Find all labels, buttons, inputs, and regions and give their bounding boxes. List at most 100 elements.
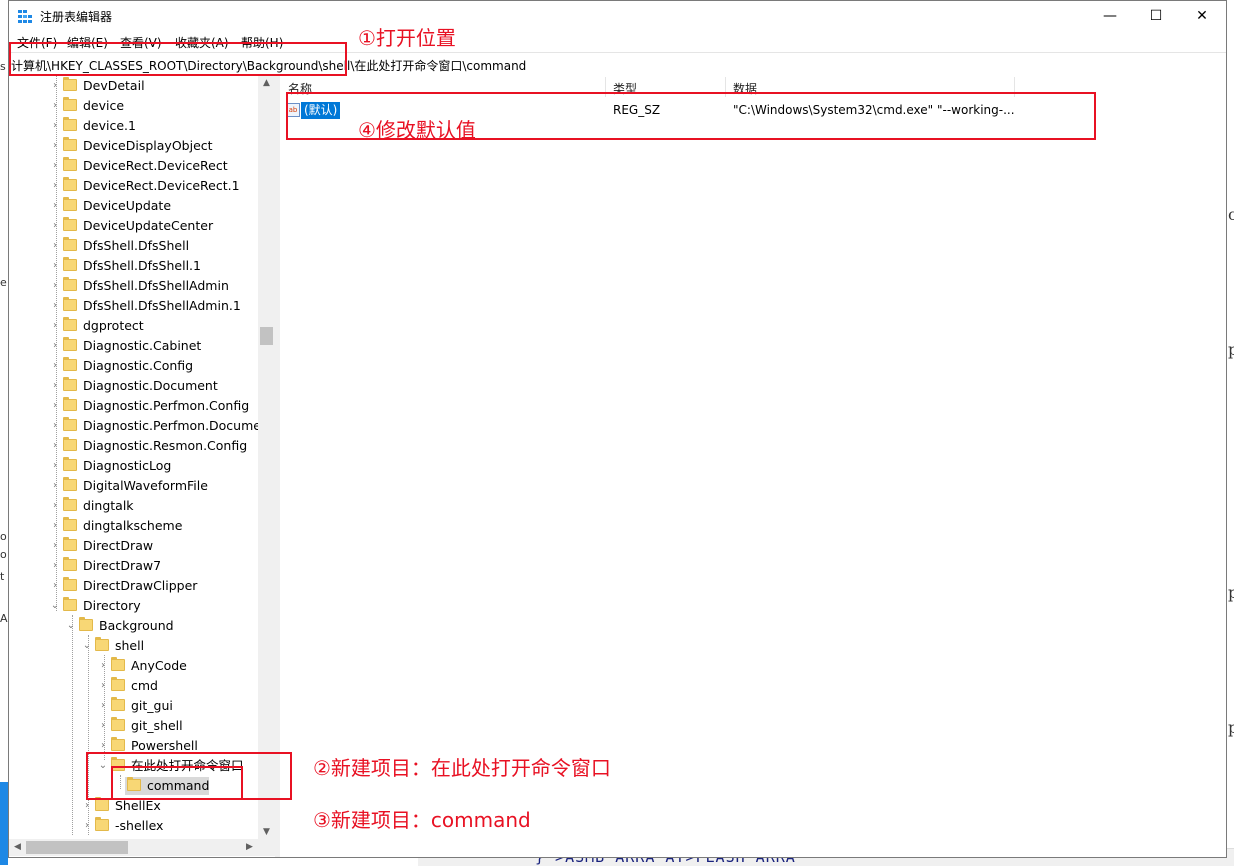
tree-item[interactable]: › DeviceDisplayObject — [9, 136, 269, 156]
tree-item[interactable]: › dingtalkscheme — [9, 516, 269, 536]
background-fragment: o — [0, 530, 7, 543]
value-list[interactable]: 名称 类型 数据 ab (默认) REG_SZ "C:\Windows\Syst… — [280, 75, 1226, 857]
expand-chevron-icon[interactable]: › — [97, 656, 109, 676]
tree-item[interactable]: ⌄ shell — [9, 636, 269, 656]
background-fragment: p — [1228, 718, 1234, 737]
expand-chevron-icon[interactable]: › — [49, 176, 61, 196]
expand-chevron-icon[interactable]: › — [49, 196, 61, 216]
expand-chevron-icon[interactable]: › — [49, 296, 61, 316]
collapse-chevron-icon[interactable]: ⌄ — [49, 596, 61, 616]
tree-item[interactable]: › git_shell — [9, 716, 269, 736]
folder-icon — [63, 217, 77, 231]
tree-item[interactable]: › Diagnostic.Document — [9, 376, 269, 396]
tree-item[interactable]: › device.1 — [9, 116, 269, 136]
tree-item[interactable]: › DfsShell.DfsShellAdmin — [9, 276, 269, 296]
tree-item[interactable]: › dingtalk — [9, 496, 269, 516]
tree-item[interactable]: › cmd — [9, 676, 269, 696]
tree-item[interactable]: › DeviceRect.DeviceRect — [9, 156, 269, 176]
folder-icon — [63, 457, 77, 471]
expand-chevron-icon[interactable]: › — [49, 156, 61, 176]
maximize-button[interactable]: ☐ — [1133, 1, 1179, 31]
tree-item-label: Diagnostic.Config — [83, 358, 194, 373]
tree-item[interactable]: › DfsShell.DfsShellAdmin.1 — [9, 296, 269, 316]
expand-chevron-icon[interactable]: › — [49, 556, 61, 576]
tree-item[interactable]: › Diagnostic.Cabinet — [9, 336, 269, 356]
tree-item-label: DeviceUpdateCenter — [83, 218, 214, 233]
expand-chevron-icon[interactable]: › — [49, 336, 61, 356]
scroll-up-icon[interactable]: ▲ — [258, 75, 275, 92]
tree-item[interactable]: › DevDetail — [9, 76, 269, 96]
tree-item[interactable]: › dgprotect — [9, 316, 269, 336]
expand-chevron-icon[interactable]: › — [49, 536, 61, 556]
collapse-chevron-icon[interactable]: ⌄ — [65, 616, 77, 636]
collapse-chevron-icon[interactable]: ⌄ — [81, 636, 93, 656]
tree-item[interactable]: › Diagnostic.Config — [9, 356, 269, 376]
expand-chevron-icon[interactable]: › — [97, 696, 109, 716]
expand-chevron-icon[interactable]: › — [97, 676, 109, 696]
tree-item[interactable]: › -shellex — [9, 816, 269, 836]
tree-item[interactable]: › DfsShell.DfsShell.1 — [9, 256, 269, 276]
tree-item[interactable]: › DirectDraw — [9, 536, 269, 556]
expand-chevron-icon[interactable]: › — [49, 436, 61, 456]
tree-item[interactable]: › DeviceUpdateCenter — [9, 216, 269, 236]
tree-item[interactable]: › Diagnostic.Perfmon.Document — [9, 416, 274, 436]
expand-chevron-icon[interactable]: › — [49, 256, 61, 276]
tree-item[interactable]: › DeviceRect.DeviceRect.1 — [9, 176, 269, 196]
scroll-thumb-horizontal[interactable] — [26, 841, 128, 854]
expand-chevron-icon[interactable]: › — [49, 496, 61, 516]
folder-icon — [95, 797, 109, 811]
close-button[interactable]: ✕ — [1179, 1, 1225, 31]
tree-item-label: dingtalkscheme — [83, 518, 183, 533]
tree-horizontal-scrollbar[interactable]: ◀ ▶ — [9, 839, 275, 856]
taskbar-edge — [0, 782, 8, 865]
tree-item[interactable]: › DigitalWaveformFile — [9, 476, 269, 496]
tree-item[interactable]: › AnyCode — [9, 656, 269, 676]
registry-app-icon — [18, 10, 32, 23]
tree-vertical-scrollbar[interactable]: ▲ ▼ — [258, 75, 275, 841]
tree-item-label: AnyCode — [131, 658, 187, 673]
tree-item[interactable]: › DeviceUpdate — [9, 196, 269, 216]
tree-item[interactable]: › DirectDrawClipper — [9, 576, 269, 596]
annotation-new-command: ③新建项目：command — [313, 808, 531, 832]
expand-chevron-icon[interactable]: › — [49, 576, 61, 596]
expand-chevron-icon[interactable]: › — [49, 76, 61, 96]
tree-item[interactable]: › DfsShell.DfsShell — [9, 236, 269, 256]
title-bar[interactable]: 注册表编辑器 — ☐ ✕ — [9, 1, 1226, 31]
folder-icon — [63, 497, 77, 511]
expand-chevron-icon[interactable]: › — [49, 356, 61, 376]
tree-item-label: Diagnostic.Perfmon.Document — [83, 418, 274, 433]
scroll-thumb[interactable] — [260, 327, 273, 345]
tree-item[interactable]: › git_gui — [9, 696, 269, 716]
tree-item[interactable]: › DirectDraw7 — [9, 556, 269, 576]
key-tree[interactable]: › DevDetail › device › device.1 › DeviceDisplay… — [9, 75, 276, 841]
tree-item[interactable]: ⌄ Background — [9, 616, 269, 636]
scroll-left-icon[interactable]: ◀ — [9, 839, 26, 856]
expand-chevron-icon[interactable]: › — [49, 456, 61, 476]
expand-chevron-icon[interactable]: › — [49, 376, 61, 396]
folder-icon — [63, 257, 77, 271]
expand-chevron-icon[interactable]: › — [49, 316, 61, 336]
tree-item[interactable]: ⌄ Directory — [9, 596, 269, 616]
tree-item[interactable]: › device — [9, 96, 269, 116]
tree-item[interactable]: › DiagnosticLog — [9, 456, 269, 476]
expand-chevron-icon[interactable]: › — [49, 236, 61, 256]
folder-icon — [63, 357, 77, 371]
folder-icon — [63, 177, 77, 191]
expand-chevron-icon[interactable]: › — [49, 116, 61, 136]
expand-chevron-icon[interactable]: › — [49, 396, 61, 416]
expand-chevron-icon[interactable]: › — [97, 716, 109, 736]
scroll-right-icon[interactable]: ▶ — [241, 839, 258, 856]
expand-chevron-icon[interactable]: › — [49, 276, 61, 296]
tree-item[interactable]: › Diagnostic.Perfmon.Config — [9, 396, 269, 416]
expand-chevron-icon[interactable]: › — [49, 476, 61, 496]
minimize-button[interactable]: — — [1087, 1, 1133, 31]
tree-item[interactable]: › Diagnostic.Resmon.Config — [9, 436, 269, 456]
expand-chevron-icon[interactable]: › — [49, 416, 61, 436]
tree-item-label: DeviceUpdate — [83, 198, 172, 213]
folder-icon — [63, 297, 77, 311]
expand-chevron-icon[interactable]: › — [49, 216, 61, 236]
expand-chevron-icon[interactable]: › — [81, 816, 93, 836]
expand-chevron-icon[interactable]: › — [49, 96, 61, 116]
expand-chevron-icon[interactable]: › — [49, 516, 61, 536]
expand-chevron-icon[interactable]: › — [49, 136, 61, 156]
